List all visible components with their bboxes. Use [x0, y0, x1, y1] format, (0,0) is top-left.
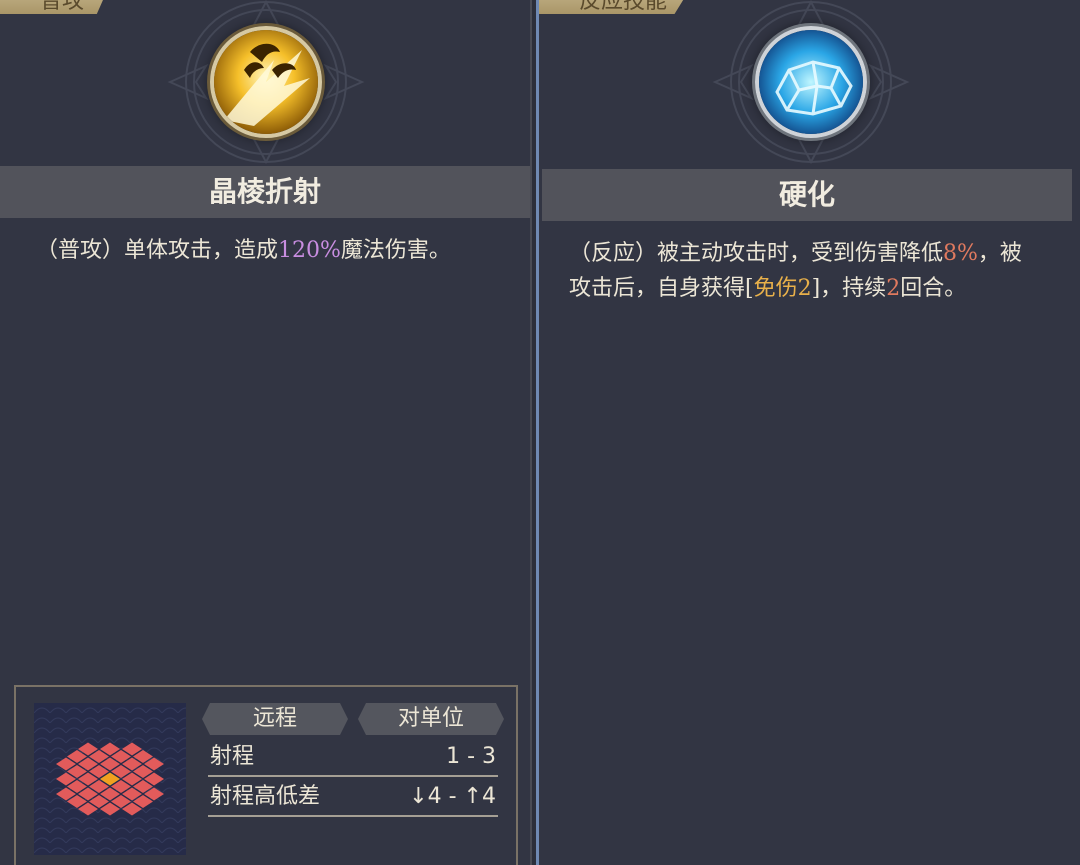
description-suffix: 魔法伤害。	[340, 238, 451, 263]
category-tab: 反应技能	[539, 0, 694, 14]
skill-description: （反应）被主动攻击时，受到伤害降低8%，被攻击后，自身获得[免伤2]，持续2回合…	[569, 236, 1040, 306]
crystal-shield-icon	[755, 26, 867, 138]
range-info-box: 远程 对单位 射程 1 - 3 射程高低差 ↓4 - ↑4	[14, 685, 518, 865]
damage-reduction-value: 8%	[943, 241, 978, 266]
skill-name: 硬化	[542, 169, 1072, 221]
range-label: 射程	[210, 744, 255, 769]
description-part4: 回合。	[900, 276, 967, 301]
height-diff-label: 射程高低差	[210, 784, 321, 809]
skill-name: 晶棱折射	[0, 166, 530, 218]
golden-claw-strike-icon	[210, 26, 322, 138]
attack-range-grid-icon	[34, 703, 186, 855]
range-row: 射程 1 - 3	[208, 737, 498, 777]
height-diff-row: 射程高低差 ↓4 - ↑4	[208, 777, 498, 817]
duration-value: 2	[886, 276, 901, 301]
range-value: 1 - 3	[446, 744, 496, 769]
target-type-tag: 对单位	[358, 703, 504, 735]
attack-type-tag: 远程	[202, 703, 348, 735]
category-tab: 普攻	[0, 0, 111, 14]
description-prefix: （普攻）单体攻击，造成	[36, 238, 279, 263]
skill-panel-basic-attack: 普攻 晶棱折射 （普攻）单体攻击，造成120%魔法伤害。 远程 对单位 射程 1…	[0, 0, 532, 865]
buff-name: 免伤2	[753, 276, 812, 301]
description-part3: ]，持续	[811, 276, 887, 301]
skill-description: （普攻）单体攻击，造成120%魔法伤害。	[36, 233, 510, 268]
damage-value: 120%	[278, 238, 341, 263]
description-part1: （反应）被主动攻击时，受到伤害降低	[569, 241, 944, 266]
height-diff-value: ↓4 - ↑4	[409, 784, 496, 809]
skill-panel-reaction: 反应技能 硬化 （反应）被主动攻击时，受到伤害降低8%，被攻击后，自身获得[免伤…	[536, 0, 1080, 865]
range-tiles	[56, 742, 164, 816]
